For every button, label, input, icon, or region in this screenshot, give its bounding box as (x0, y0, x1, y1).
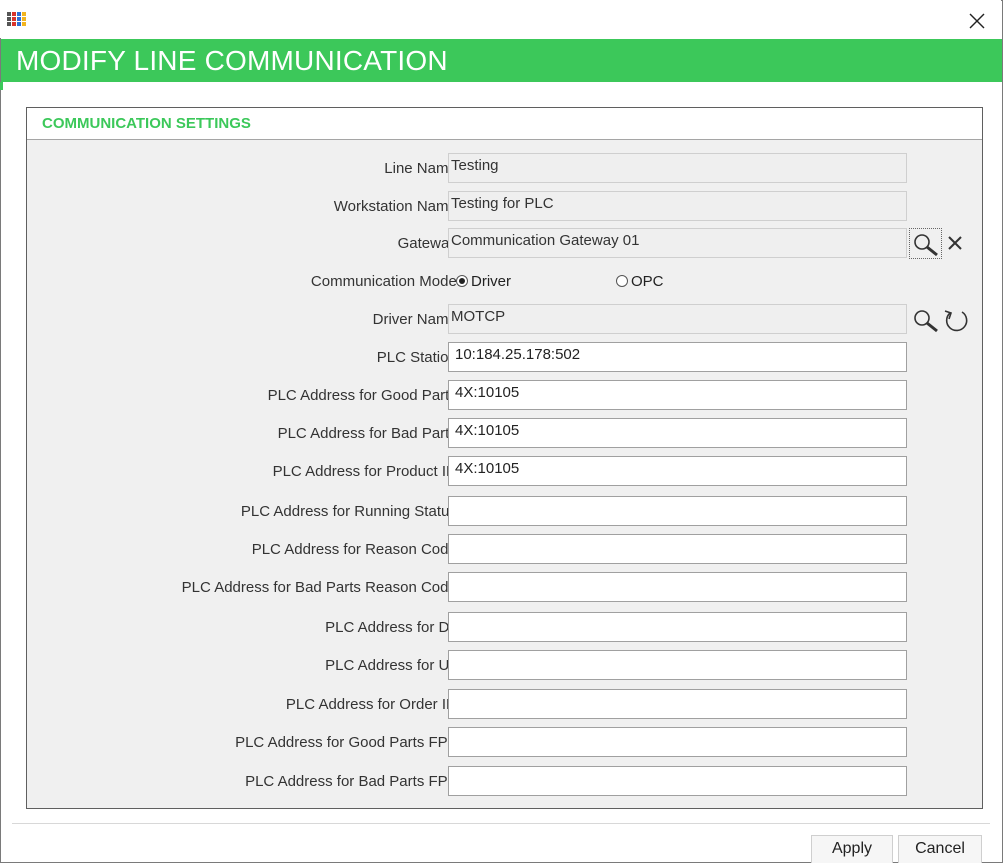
radio-unchecked-icon (616, 275, 628, 287)
running-status-input[interactable] (448, 496, 907, 526)
workstation-name-label: Workstation Name: (333, 198, 461, 215)
apply-button[interactable]: Apply (811, 835, 893, 863)
plc-station-input[interactable]: 10:184.25.178:502 (448, 342, 907, 372)
bad-parts-input[interactable]: 4X:10105 (448, 418, 907, 448)
title-bar (0, 0, 1001, 38)
reason-code-label: PLC Address for Reason Code: (251, 541, 461, 558)
app-grid-icon (7, 12, 26, 26)
driver-name-field: MOTCP (448, 304, 907, 334)
dt-label: PLC Address for DT: (325, 619, 461, 636)
good-parts-fpy-input[interactable] (448, 727, 907, 757)
refresh-icon[interactable] (942, 307, 970, 335)
radio-opc[interactable]: OPC (616, 273, 664, 290)
bad-parts-fpy-input[interactable] (448, 766, 907, 796)
order-id-label: PLC Address for Order ID: (285, 696, 461, 713)
ut-label: PLC Address for UT: (325, 657, 461, 674)
panel-title: COMMUNICATION SETTINGS (42, 115, 251, 132)
good-parts-input[interactable]: 4X:10105 (448, 380, 907, 410)
good-parts-label: PLC Address for Good Parts: (267, 387, 461, 404)
dialog-title: MODIFY LINE COMMUNICATION (16, 45, 448, 76)
good-parts-fpy-label: PLC Address for Good Parts FPY: (235, 734, 461, 751)
cancel-button[interactable]: Cancel (898, 835, 982, 863)
bad-parts-label: PLC Address for Bad Parts: (277, 425, 461, 442)
radio-checked-icon (456, 275, 468, 287)
line-name-field: Testing (448, 153, 907, 183)
bad-parts-fpy-label: PLC Address for Bad Parts FPY: (245, 773, 461, 790)
bad-parts-reason-code-label: PLC Address for Bad Parts Reason Code: (181, 579, 461, 596)
ut-input[interactable] (448, 650, 907, 680)
workstation-name-field: Testing for PLC (448, 191, 907, 221)
communication-mode-label: Communication Mode: (310, 273, 461, 290)
bad-parts-reason-code-input[interactable] (448, 572, 907, 602)
radio-driver[interactable]: Driver (456, 273, 511, 290)
search-icon (914, 234, 938, 257)
product-id-label: PLC Address for Product ID: (272, 463, 461, 480)
reason-code-input[interactable] (448, 534, 907, 564)
banner-edge (0, 82, 3, 90)
search-icon[interactable] (911, 306, 941, 334)
order-id-input[interactable] (448, 689, 907, 719)
gateway-field: Communication Gateway 01 (448, 228, 907, 258)
dt-input[interactable] (448, 612, 907, 642)
clear-icon[interactable] (944, 231, 966, 255)
close-icon[interactable] (965, 9, 989, 33)
product-id-input[interactable]: 4X:10105 (448, 456, 907, 486)
panel-header: COMMUNICATION SETTINGS (27, 108, 982, 140)
gateway-search-button[interactable] (909, 228, 942, 259)
radio-driver-label: Driver (471, 273, 511, 290)
radio-opc-label: OPC (631, 273, 664, 290)
dialog-banner: MODIFY LINE COMMUNICATION (1, 39, 1002, 82)
footer-divider (12, 823, 990, 824)
running-status-label: PLC Address for Running Status: (240, 503, 461, 520)
